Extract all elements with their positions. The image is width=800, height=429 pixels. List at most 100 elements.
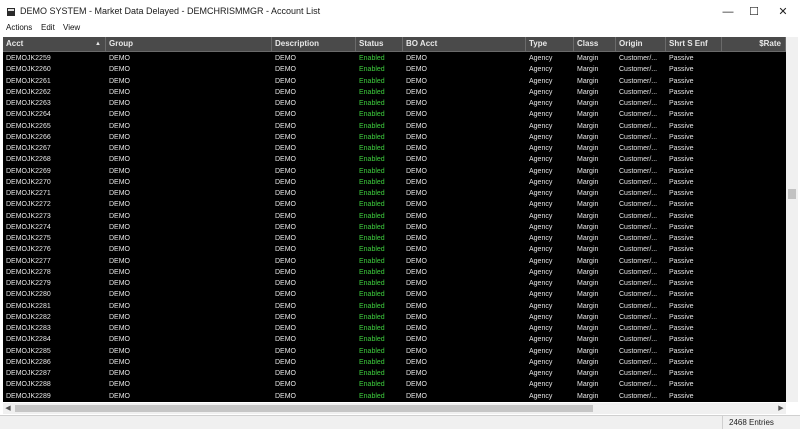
cell-status: Enabled bbox=[359, 178, 385, 186]
cell-shrt-s-enf: Passive bbox=[669, 88, 694, 96]
table-row[interactable]: DEMOJK2272 DEMO DEMO Enabled DEMO Agency Margi… bbox=[3, 199, 786, 210]
cell-acct: DEMOJK2279 bbox=[6, 280, 51, 287]
cell-origin: Customer/... bbox=[619, 178, 658, 186]
table-row[interactable]: DEMOJK2280 DEMO DEMO Enabled DEMO Agency Margi… bbox=[3, 289, 786, 300]
cell-type: Agency bbox=[529, 291, 553, 299]
horizontal-scrollbar[interactable]: ◀ ▶ bbox=[3, 403, 786, 414]
column-header-acct[interactable]: Acct ▲ bbox=[3, 37, 106, 51]
table-row[interactable]: DEMOJK2261 DEMO DEMO Enabled DEMO Agency Margi… bbox=[3, 76, 786, 87]
close-button[interactable]: ✕ bbox=[770, 5, 796, 20]
table-row[interactable]: DEMOJK2278 DEMO DEMO Enabled DEMO Agency Margi… bbox=[3, 267, 786, 278]
cell-group: DEMO bbox=[109, 66, 130, 74]
title-bar[interactable]: DEMO SYSTEM - Market Data Delayed - DEMC… bbox=[0, 5, 800, 20]
table-row[interactable]: DEMOJK2285 DEMO DEMO Enabled DEMO Agency Margi… bbox=[3, 346, 786, 357]
cell-description: DEMO bbox=[275, 235, 296, 242]
cell-shrt-s-enf: Passive bbox=[669, 77, 694, 85]
table-row[interactable]: DEMOJK2274 DEMO DEMO Enabled DEMO Agency Margi… bbox=[3, 222, 786, 233]
column-header-status[interactable]: Status bbox=[356, 37, 403, 51]
cell-status: Enabled bbox=[359, 122, 385, 130]
cell-description: DEMO bbox=[275, 246, 296, 254]
cell-type: Agency bbox=[529, 235, 553, 242]
cell-description: DEMO bbox=[275, 111, 296, 119]
menu-view[interactable]: View bbox=[63, 23, 80, 32]
cell-origin: Customer/... bbox=[619, 336, 658, 344]
cell-bo-acct: DEMO bbox=[406, 325, 427, 332]
table-row[interactable]: DEMOJK2273 DEMO DEMO Enabled DEMO Agency Margi… bbox=[3, 211, 786, 222]
cell-bo-acct: DEMO bbox=[406, 77, 427, 85]
column-header-shrt-s-enf[interactable]: Shrt S Enf bbox=[666, 37, 722, 51]
table-row[interactable]: DEMOJK2262 DEMO DEMO Enabled DEMO Agency Margi… bbox=[3, 87, 786, 98]
table-row[interactable]: DEMOJK2277 DEMO DEMO Enabled DEMO Agency Margi… bbox=[3, 256, 786, 267]
table-row[interactable]: DEMOJK2259 DEMO DEMO Enabled DEMO Agency Margi… bbox=[3, 53, 786, 64]
window-title: DEMO SYSTEM - Market Data Delayed - DEMC… bbox=[20, 6, 321, 16]
status-bar: 2468 Entries bbox=[0, 415, 800, 429]
cell-acct: DEMOJK2273 bbox=[6, 212, 51, 220]
menu-edit[interactable]: Edit bbox=[41, 23, 55, 32]
cell-description: DEMO bbox=[275, 392, 296, 400]
table-row[interactable]: DEMOJK2270 DEMO DEMO Enabled DEMO Agency Margi… bbox=[3, 177, 786, 188]
cell-bo-acct: DEMO bbox=[406, 156, 427, 164]
cell-acct: DEMOJK2260 bbox=[6, 66, 51, 74]
cell-bo-acct: DEMO bbox=[406, 347, 427, 355]
cell-shrt-s-enf: Passive bbox=[669, 156, 694, 164]
table-row[interactable]: DEMOJK2260 DEMO DEMO Enabled DEMO Agency Margi… bbox=[3, 64, 786, 75]
cell-bo-acct: DEMO bbox=[406, 370, 427, 377]
minimize-button[interactable]: — bbox=[715, 5, 741, 20]
cell-origin: Customer/... bbox=[619, 246, 658, 254]
cell-status: Enabled bbox=[359, 268, 385, 276]
table-row[interactable]: DEMOJK2288 DEMO DEMO Enabled DEMO Agency Margi… bbox=[3, 379, 786, 390]
horizontal-scroll-thumb[interactable] bbox=[15, 405, 593, 412]
scroll-right-icon[interactable]: ▶ bbox=[776, 403, 786, 414]
table-row[interactable]: DEMOJK2289 DEMO DEMO Enabled DEMO Agency Margi… bbox=[3, 391, 786, 402]
column-header-bo-acct[interactable]: BO Acct bbox=[403, 37, 526, 51]
cell-bo-acct: DEMO bbox=[406, 246, 427, 254]
table-row[interactable]: DEMOJK2275 DEMO DEMO Enabled DEMO Agency Margi… bbox=[3, 233, 786, 244]
column-header-origin[interactable]: Origin bbox=[616, 37, 666, 51]
column-header-rate[interactable]: $Rate bbox=[722, 37, 786, 51]
cell-shrt-s-enf: Passive bbox=[669, 313, 694, 321]
cell-origin: Customer/... bbox=[619, 223, 658, 231]
cell-shrt-s-enf: Passive bbox=[669, 145, 694, 152]
column-header-class[interactable]: Class bbox=[574, 37, 616, 51]
cell-group: DEMO bbox=[109, 156, 130, 164]
column-header-description[interactable]: Description bbox=[272, 37, 356, 51]
table-row[interactable]: DEMOJK2264 DEMO DEMO Enabled DEMO Agency Margi… bbox=[3, 109, 786, 120]
cell-origin: Customer/... bbox=[619, 201, 658, 209]
vertical-scrollbar[interactable] bbox=[786, 37, 798, 402]
cell-origin: Customer/... bbox=[619, 88, 658, 96]
cell-origin: Customer/... bbox=[619, 381, 658, 389]
table-row[interactable]: DEMOJK2265 DEMO DEMO Enabled DEMO Agency Margi… bbox=[3, 121, 786, 132]
maximize-button[interactable]: ☐ bbox=[741, 5, 767, 20]
cell-class: Margin bbox=[577, 358, 599, 366]
cell-class: Margin bbox=[577, 100, 599, 107]
cell-origin: Customer/... bbox=[619, 145, 658, 152]
menu-actions[interactable]: Actions bbox=[6, 23, 32, 32]
table-row[interactable]: DEMOJK2287 DEMO DEMO Enabled DEMO Agency Margi… bbox=[3, 368, 786, 379]
cell-status: Enabled bbox=[359, 235, 385, 242]
table-row[interactable]: DEMOJK2276 DEMO DEMO Enabled DEMO Agency Margi… bbox=[3, 244, 786, 255]
table-row[interactable]: DEMOJK2271 DEMO DEMO Enabled DEMO Agency Margi… bbox=[3, 188, 786, 199]
cell-bo-acct: DEMO bbox=[406, 167, 427, 175]
cell-group: DEMO bbox=[109, 280, 130, 287]
table-row[interactable]: DEMOJK2267 DEMO DEMO Enabled DEMO Agency Margi… bbox=[3, 143, 786, 154]
table-row[interactable]: DEMOJK2284 DEMO DEMO Enabled DEMO Agency Margi… bbox=[3, 334, 786, 345]
table-row[interactable]: DEMOJK2263 DEMO DEMO Enabled DEMO Agency Margi… bbox=[3, 98, 786, 109]
cell-status: Enabled bbox=[359, 88, 385, 96]
column-header-group[interactable]: Group bbox=[106, 37, 272, 51]
table-row[interactable]: DEMOJK2283 DEMO DEMO Enabled DEMO Agency Margi… bbox=[3, 323, 786, 334]
table-row[interactable]: DEMOJK2286 DEMO DEMO Enabled DEMO Agency Margi… bbox=[3, 357, 786, 368]
table-row[interactable]: DEMOJK2266 DEMO DEMO Enabled DEMO Agency Margi… bbox=[3, 132, 786, 143]
cell-description: DEMO bbox=[275, 66, 296, 74]
cell-type: Agency bbox=[529, 122, 553, 130]
cell-type: Agency bbox=[529, 280, 553, 287]
table-row[interactable]: DEMOJK2281 DEMO DEMO Enabled DEMO Agency Margi… bbox=[3, 301, 786, 312]
table-row[interactable]: DEMOJK2279 DEMO DEMO Enabled DEMO Agency Margi… bbox=[3, 278, 786, 289]
vertical-scroll-thumb[interactable] bbox=[788, 189, 796, 199]
table-row[interactable]: DEMOJK2282 DEMO DEMO Enabled DEMO Agency Margi… bbox=[3, 312, 786, 323]
cell-bo-acct: DEMO bbox=[406, 268, 427, 276]
column-header-type[interactable]: Type bbox=[526, 37, 574, 51]
scroll-left-icon[interactable]: ◀ bbox=[3, 403, 13, 414]
cell-description: DEMO bbox=[275, 145, 296, 152]
table-row[interactable]: DEMOJK2268 DEMO DEMO Enabled DEMO Agency Margi… bbox=[3, 154, 786, 165]
table-row[interactable]: DEMOJK2269 DEMO DEMO Enabled DEMO Agency Margi… bbox=[3, 166, 786, 177]
